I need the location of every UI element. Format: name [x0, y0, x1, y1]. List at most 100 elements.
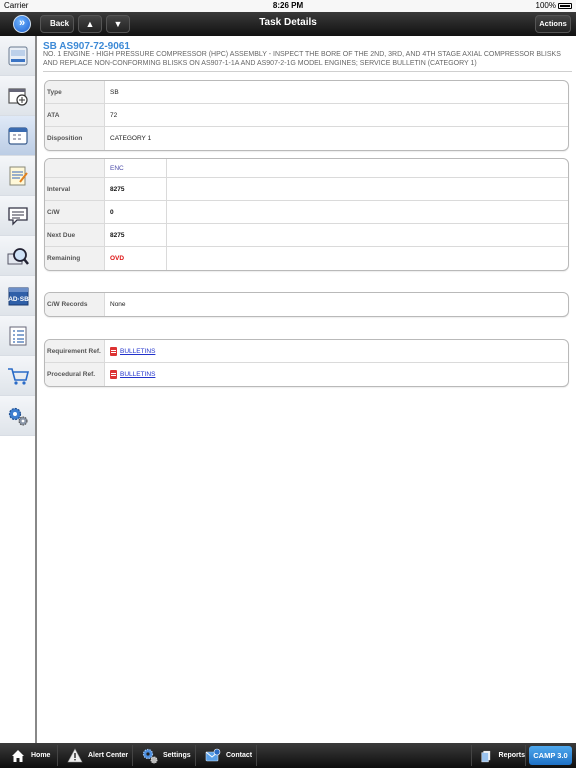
interval-header-row: ENC: [45, 159, 568, 178]
sidebar-item-notes[interactable]: [0, 156, 35, 196]
next-task-button[interactable]: ▼: [106, 15, 130, 33]
interval-panel: ENC Interval 8275 C/W 0 Next Due 8275 Re…: [44, 158, 569, 271]
requirement-ref-label: Requirement Ref.: [45, 340, 105, 362]
requirement-bulletins-link[interactable]: BULLETINS: [110, 346, 155, 356]
empty-cell: [167, 201, 568, 223]
references-panel: Requirement Ref. BULLETINS Procedural Re…: [44, 339, 569, 387]
battery-icon: [558, 2, 572, 9]
enc-column-header: ENC: [105, 159, 167, 177]
cw-records-row: C/W Records None: [45, 293, 568, 316]
empty-cell: [167, 159, 568, 177]
empty-cell: [167, 224, 568, 246]
procedural-bulletins-link-text[interactable]: BULLETINS: [120, 371, 155, 378]
back-button[interactable]: Back: [40, 15, 74, 33]
previous-task-button[interactable]: ▲: [78, 15, 102, 33]
tab-alert-center[interactable]: Alert Center: [59, 745, 133, 766]
disposition-value: CATEGORY 1: [110, 135, 152, 142]
sidebar-item-list[interactable]: [0, 316, 35, 356]
disposition-row: Disposition CATEGORY 1: [45, 127, 568, 150]
sidebar-item-overview[interactable]: [0, 36, 35, 76]
warning-icon: [67, 747, 83, 762]
type-value: SB: [110, 88, 119, 96]
interval-label: Interval: [45, 178, 105, 200]
interval-row: Interval 8275: [45, 178, 568, 201]
tab-contact[interactable]: Contact: [197, 745, 257, 766]
sidebar: AD·SB: [0, 36, 37, 743]
battery-percent: 100%: [535, 1, 556, 10]
battery-indicator: 100%: [536, 1, 572, 10]
sidebar-item-schedule[interactable]: [0, 76, 35, 116]
pdf-icon: [110, 346, 117, 356]
status-bar: Carrier 8:26 PM 100%: [0, 0, 576, 12]
pdf-icon: [110, 370, 117, 379]
next-due-row: Next Due 8275: [45, 224, 568, 247]
requirement-bulletins-link-text[interactable]: BULLETINS: [120, 348, 155, 355]
procedural-ref-row: Procedural Ref. BULLETINS: [45, 363, 568, 386]
cw-value: 0: [105, 201, 167, 223]
sidebar-item-ad-sb[interactable]: AD·SB: [0, 276, 35, 316]
cw-records-label: C/W Records: [45, 293, 105, 316]
divider: [43, 71, 572, 72]
tab-home[interactable]: Home: [2, 745, 58, 766]
tab-alert-center-label: Alert Center: [88, 752, 129, 759]
type-label: Type: [45, 81, 105, 103]
type-row: Type SB: [45, 81, 568, 104]
interval-value: 8275: [105, 178, 167, 200]
cw-row: C/W 0: [45, 201, 568, 224]
value-cell: BULLETINS: [105, 340, 568, 362]
tab-reports[interactable]: Reports: [471, 745, 526, 766]
interval-header-blank: [45, 159, 105, 177]
procedural-bulletins-link[interactable]: BULLETINS: [110, 370, 155, 379]
sidebar-item-cart[interactable]: [0, 356, 35, 396]
sidebar-item-calendar[interactable]: [0, 116, 35, 156]
task-details-content: SB AS907-72-9061 NO. 1 ENGINE - HIGH PRE…: [37, 36, 576, 743]
task-description: NO. 1 ENGINE - HIGH PRESSURE COMPRESSOR …: [43, 51, 561, 67]
cw-records-panel: C/W Records None: [44, 292, 569, 317]
ata-row: ATA 72: [45, 104, 568, 127]
list-icon: [9, 326, 26, 345]
sidebar-toggle-icon[interactable]: »: [13, 15, 31, 33]
remaining-row: Remaining OVD: [45, 247, 568, 270]
ad-sb-icon: AD·SB: [8, 287, 29, 305]
cart-icon: [7, 367, 29, 385]
sidebar-item-search[interactable]: [0, 236, 35, 276]
svg-text:AD·SB: AD·SB: [8, 296, 29, 303]
contact-icon: [205, 748, 221, 761]
tab-reports-label: Reports: [498, 752, 525, 759]
value-cell: BULLETINS: [105, 363, 568, 386]
reports-icon: [481, 750, 491, 762]
gear-icon: [142, 748, 158, 763]
disposition-label: Disposition: [45, 127, 105, 150]
bottom-toolbar: Home Alert Center Settings Contact Repor…: [0, 743, 576, 768]
remaining-value: OVD: [105, 247, 167, 270]
tab-settings-label: Settings: [163, 752, 191, 759]
empty-cell: [167, 178, 568, 200]
requirement-ref-row: Requirement Ref. BULLETINS: [45, 340, 568, 363]
task-info-panel: Type SB ATA 72 Disposition CATEGORY 1: [44, 80, 569, 151]
settings-gears-icon: [8, 407, 28, 426]
next-due-value: 8275: [105, 224, 167, 246]
sidebar-item-messages[interactable]: [0, 196, 35, 236]
chat-icon: [7, 206, 28, 226]
clock: 8:26 PM: [272, 1, 304, 10]
home-icon: [12, 749, 24, 762]
navigation-bar: » Back ▲ ▼ Task Details Actions: [0, 12, 576, 36]
cw-records-value: None: [110, 301, 126, 308]
cw-label: C/W: [45, 201, 105, 223]
magnifier-icon: [7, 247, 29, 265]
procedural-ref-label: Procedural Ref.: [45, 363, 105, 386]
camp-version-button[interactable]: CAMP 3.0: [529, 746, 572, 765]
ata-label: ATA: [45, 104, 105, 126]
actions-button[interactable]: Actions: [535, 15, 571, 33]
ata-value: 72: [110, 111, 118, 119]
overview-icon: [8, 46, 27, 65]
tab-contact-label: Contact: [226, 752, 253, 759]
calendar-icon: [7, 126, 28, 145]
tab-home-label: Home: [31, 752, 51, 759]
remaining-label: Remaining: [45, 247, 105, 270]
next-due-label: Next Due: [45, 224, 105, 246]
empty-cell: [167, 247, 568, 270]
aircraft-calendar-icon: [7, 87, 28, 106]
tab-settings[interactable]: Settings: [134, 745, 196, 766]
sidebar-item-settings[interactable]: [0, 396, 35, 436]
